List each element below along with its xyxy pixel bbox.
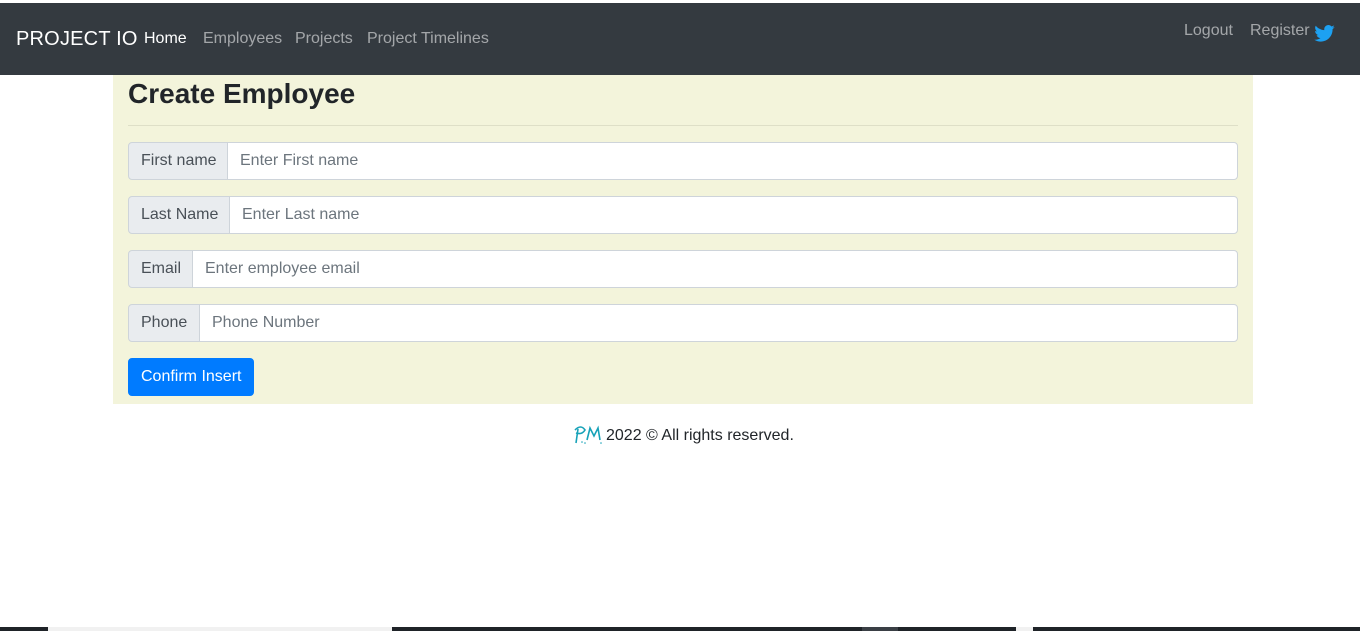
- navbar: PROJECT IO Home Employees Projects Proje…: [0, 3, 1360, 75]
- footer: 2022 © All rights reserved.: [572, 424, 794, 448]
- page-title: Create Employee: [128, 78, 356, 109]
- twitter-icon[interactable]: [1314, 25, 1335, 42]
- phone-input[interactable]: [199, 304, 1238, 342]
- brand-link[interactable]: PROJECT IO: [16, 28, 138, 51]
- logout-link[interactable]: Logout: [1184, 22, 1233, 40]
- phone-label: Phone: [128, 304, 201, 342]
- bottom-bar: [0, 627, 1360, 631]
- last-name-input[interactable]: [229, 196, 1238, 234]
- register-link[interactable]: Register: [1250, 22, 1310, 40]
- pm-logo-icon: [572, 422, 606, 451]
- last-name-group: Last Name: [128, 196, 1238, 234]
- confirm-insert-button[interactable]: Confirm Insert: [128, 358, 255, 396]
- email-label: Email: [128, 250, 194, 288]
- create-employee-panel: Create Employee First name Last Name Ema…: [113, 75, 1253, 404]
- nav-employees[interactable]: Employees: [203, 30, 282, 48]
- last-name-label: Last Name: [128, 196, 231, 234]
- first-name-input[interactable]: [227, 142, 1238, 180]
- first-name-label: First name: [128, 142, 229, 180]
- email-group: Email: [128, 250, 1238, 288]
- title-divider: [128, 125, 1238, 126]
- nav-home[interactable]: Home: [144, 30, 187, 48]
- copyright-text: 2022 © All rights reserved.: [606, 427, 794, 444]
- phone-group: Phone: [128, 304, 1238, 342]
- nav-project-timelines[interactable]: Project Timelines: [367, 30, 489, 48]
- nav-projects[interactable]: Projects: [295, 30, 353, 48]
- first-name-group: First name: [128, 142, 1238, 180]
- email-input[interactable]: [192, 250, 1238, 288]
